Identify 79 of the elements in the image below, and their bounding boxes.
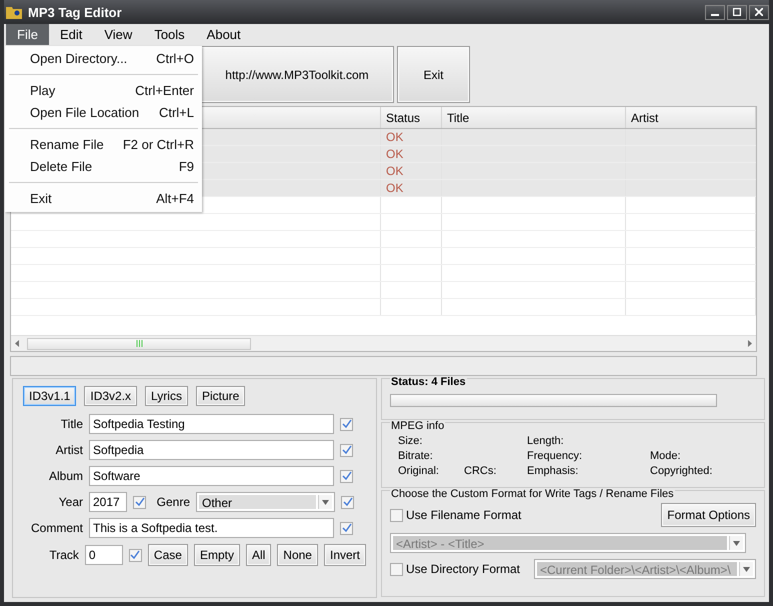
menu-item[interactable]: Edit (48, 24, 94, 45)
action-button[interactable]: All (246, 544, 272, 566)
window-title: MP3 Tag Editor (28, 4, 122, 20)
format-options-button[interactable]: Format Options (661, 503, 756, 527)
column-header[interactable]: Status (381, 107, 442, 128)
action-button[interactable]: Case (148, 544, 188, 566)
column-header[interactable]: Title (442, 107, 626, 128)
checkbox[interactable] (341, 496, 354, 508)
status-label: Status: 4 Files (390, 376, 467, 388)
caret-icon (322, 500, 329, 504)
info-label: Bitrate: (398, 450, 434, 462)
folder-icon (6, 5, 22, 19)
minimize-button[interactable] (705, 4, 725, 20)
text-field[interactable]: Softpedia (89, 440, 334, 460)
checkbox[interactable] (340, 470, 353, 482)
tag-tab[interactable]: ID3v2.x (84, 386, 138, 406)
scroll-thumb[interactable] (27, 338, 251, 350)
scroll-right-icon[interactable] (748, 340, 752, 347)
tag-tab[interactable]: Picture (196, 386, 246, 406)
column-header[interactable]: Artist (626, 107, 756, 128)
checkbox[interactable] (390, 508, 403, 522)
info-label: Original: (398, 465, 440, 477)
menu-entry[interactable]: Open File Location Ctrl+L (5, 102, 202, 124)
genre-dropdown[interactable]: Other (196, 492, 335, 512)
text-field[interactable]: Software (89, 466, 334, 486)
option-label: Use Filename Format (406, 508, 522, 522)
field-label: Track (48, 548, 79, 562)
horizontal-scrollbar[interactable] (11, 335, 756, 351)
action-button[interactable]: Empty (194, 544, 240, 566)
caret-icon (743, 566, 750, 572)
text-field[interactable]: This is a Softpedia test. (89, 518, 334, 538)
track-field[interactable]: 0 (84, 545, 123, 565)
action-button[interactable]: Invert (324, 544, 366, 566)
scroll-left-icon[interactable] (15, 340, 19, 347)
text-field[interactable]: Softpedia Testing (89, 414, 334, 434)
checkbox[interactable] (340, 418, 353, 430)
info-label: Mode: (650, 450, 682, 462)
field-label: Genre (156, 495, 190, 509)
field-label: Comment (30, 521, 83, 535)
menu-entry[interactable]: Play Ctrl+Enter (5, 80, 202, 102)
checkbox[interactable] (390, 562, 403, 576)
year-field[interactable]: 2017 (89, 492, 127, 512)
option-label: Use Directory Format (406, 562, 522, 576)
field-label: Year (58, 495, 83, 509)
menu-item[interactable]: File (6, 24, 49, 45)
menu-entry[interactable]: Open Directory... Ctrl+O (5, 48, 202, 70)
info-label: Frequency: (527, 450, 584, 462)
close-icon (755, 8, 763, 16)
menu-item[interactable]: View (93, 24, 144, 45)
checkbox[interactable] (128, 548, 142, 562)
exit-button[interactable]: Exit (397, 46, 470, 103)
grip-icon (136, 340, 142, 347)
checkbox[interactable] (133, 496, 146, 508)
maximize-button[interactable] (727, 4, 747, 20)
field-label: Album (48, 469, 83, 483)
menu-item[interactable]: Tools (143, 24, 196, 45)
field-label: Title (60, 417, 83, 431)
info-label: CRCs: (464, 465, 498, 477)
action-button[interactable]: None (277, 544, 318, 566)
info-label: Copyrighted: (650, 465, 714, 477)
website-button[interactable]: http://www.MP3Toolkit.com (200, 46, 394, 103)
tag-tab[interactable]: Lyrics (145, 386, 188, 406)
status-cell: OK (381, 129, 442, 145)
maximize-icon (733, 8, 741, 16)
group-title: Choose the Custom Format for Write Tags / Rename Files (390, 488, 675, 500)
checkbox[interactable] (340, 522, 353, 534)
caret-icon (733, 540, 740, 546)
status-cell: OK (381, 163, 442, 179)
group-title: MPEG info (390, 420, 446, 432)
info-label: Size: (398, 435, 424, 447)
status-cell: OK (381, 180, 442, 196)
status-cell: OK (381, 146, 442, 162)
info-label: Emphasis: (527, 465, 580, 477)
menu-item[interactable]: About (196, 24, 252, 45)
checkbox[interactable] (340, 444, 353, 456)
info-label: Length: (527, 435, 565, 447)
field-label: Artist (54, 443, 83, 457)
tag-tab[interactable]: ID3v1.1 (23, 386, 76, 406)
close-button[interactable] (749, 4, 769, 20)
